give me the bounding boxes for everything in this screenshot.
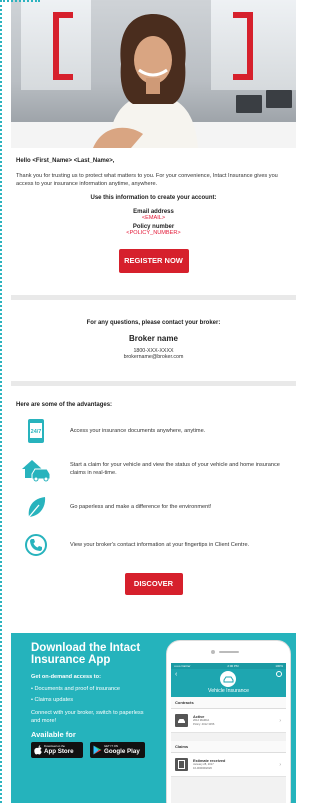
email-body: Hello <First_Name> <Last_Name>, Thank yo… xyxy=(11,0,296,595)
app-promo-banner: Download the Intact Insurance App Get on… xyxy=(11,633,296,803)
greeting: Hello <First_Name> <Last_Name>, xyxy=(16,158,115,164)
app-header: ‹ Vehicle Insurance xyxy=(171,669,286,697)
register-now-button[interactable]: REGISTER NOW xyxy=(118,249,189,273)
intro-text: Thank you for trusting us to protect wha… xyxy=(16,173,278,187)
advantage-text: View your broker's contact information a… xyxy=(70,541,250,548)
app-store-text: App Store xyxy=(44,748,74,755)
chevron-right-icon: › xyxy=(279,718,281,724)
clock-icon xyxy=(276,671,282,677)
promo-bullets: Documents and proof of insurance Claims … xyxy=(31,684,121,706)
promo-subtitle: Get on-demand access to: xyxy=(31,674,101,680)
car-icon xyxy=(175,714,188,727)
svg-text:24/7: 24/7 xyxy=(31,429,42,435)
broker-email[interactable]: brokername@broker.com xyxy=(11,354,296,360)
monitor xyxy=(266,90,292,108)
advantage-item: Go paperless and make a difference for t… xyxy=(11,493,296,521)
phone-screen: •••oo Carrier 2:00 PM 100% ‹ Vehicle Ins… xyxy=(171,663,286,803)
phone-mockup: •••oo Carrier 2:00 PM 100% ‹ Vehicle Ins… xyxy=(166,640,291,803)
carrier: •••oo Carrier xyxy=(174,664,191,668)
phone-camera xyxy=(211,650,215,654)
phone-speaker xyxy=(219,651,239,653)
advantage-item: View your broker's contact information a… xyxy=(11,531,296,559)
advantage-text: Start a claim for your vehicle and view … xyxy=(70,461,280,477)
red-bracket-left xyxy=(53,12,73,80)
advantage-item: Start a claim for your vehicle and view … xyxy=(11,455,296,483)
contract-card: Active 2012 MAZDA Policy: 4012 3456 › xyxy=(171,709,286,733)
apple-icon xyxy=(34,745,42,755)
advantages-title: Here are some of the advantages: xyxy=(16,402,113,408)
time: 2:00 PM xyxy=(227,664,239,668)
dotted-border-top xyxy=(0,0,40,2)
car-house-icon xyxy=(16,455,56,483)
hero-image xyxy=(11,0,296,148)
broker-section: For any questions, please contact your b… xyxy=(11,300,296,360)
claim-number: 16-0000002026 xyxy=(193,766,212,770)
chevron-right-icon: › xyxy=(279,762,281,768)
claims-label: Claims xyxy=(171,741,286,753)
red-bracket-right xyxy=(233,12,253,80)
app-header-title: Vehicle Insurance xyxy=(208,688,249,694)
monitor xyxy=(236,95,262,113)
advantage-item: 24/7 Access your insurance documents any… xyxy=(11,417,296,445)
google-play-badge[interactable]: GET IT ON Google Play xyxy=(90,742,145,758)
policy-value: <POLICY_NUMBER> xyxy=(126,230,181,236)
google-play-text: Google Play xyxy=(104,748,140,755)
claim-card: Estimate received January 28, 2017 16-00… xyxy=(171,753,286,777)
promo-connect-text: Connect with your broker, switch to pape… xyxy=(31,710,144,724)
woman-photo xyxy=(93,14,198,148)
car-icon xyxy=(220,671,236,687)
app-store-badge[interactable]: Download on the App Store xyxy=(31,742,83,758)
promo-bullet: Documents and proof of insurance xyxy=(31,684,121,695)
advantage-text: Access your insurance documents anywhere… xyxy=(70,427,206,434)
dotted-border-left xyxy=(0,0,2,803)
phone-24-7-icon: 24/7 xyxy=(16,417,56,445)
document-icon xyxy=(175,758,188,771)
google-play-icon xyxy=(93,745,102,755)
leaf-icon xyxy=(16,493,56,521)
battery: 100% xyxy=(275,664,283,668)
discover-button[interactable]: DISCOVER xyxy=(124,573,183,595)
broker-name: Broker name xyxy=(129,334,178,343)
advantage-text: Go paperless and make a difference for t… xyxy=(70,503,212,510)
promo-title: Download the Intact Insurance App xyxy=(31,642,141,666)
broker-question: For any questions, please contact your b… xyxy=(86,320,221,326)
contract-policy: Policy: 4012 3456 xyxy=(193,722,215,726)
promo-bullet: Claims updates xyxy=(31,695,120,706)
use-info-heading: Use this information to create your acco… xyxy=(90,195,217,201)
contracts-label: Contracts xyxy=(171,697,286,709)
available-for-label: Available for xyxy=(31,730,76,739)
back-chevron-icon: ‹ xyxy=(175,671,178,678)
section-divider xyxy=(11,381,296,386)
phone-call-icon xyxy=(16,531,56,559)
email-value: <EMAIL> xyxy=(141,215,166,221)
